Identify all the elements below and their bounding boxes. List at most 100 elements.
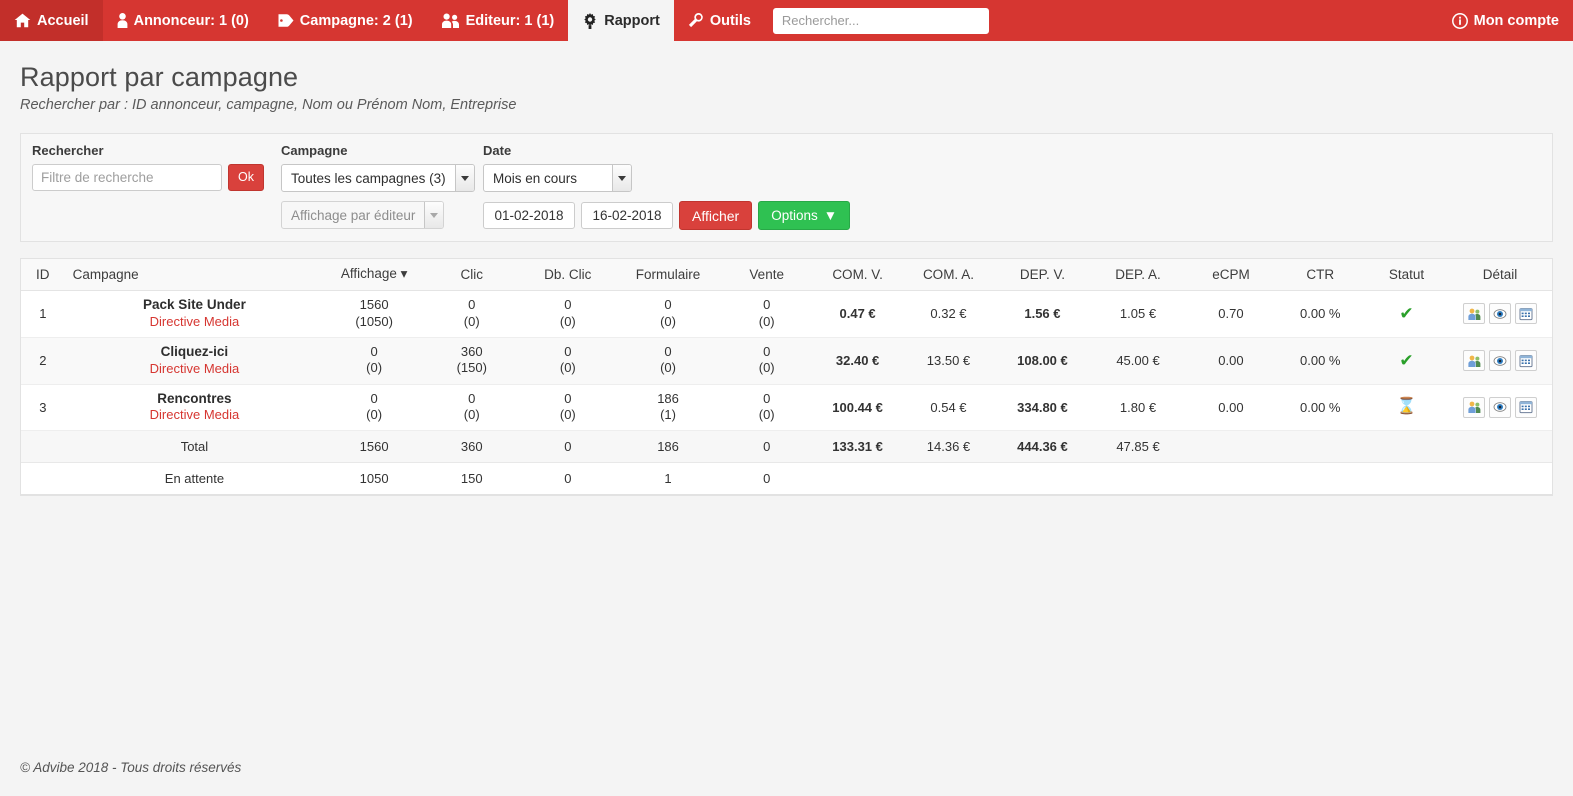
nav-item-annonceur-label: Annonceur: 1 (0) bbox=[133, 12, 249, 29]
col-header-db-clic[interactable]: Db. Clic bbox=[519, 259, 617, 291]
vente-pending: (0) bbox=[758, 313, 775, 329]
total-formulaire: 186 bbox=[616, 430, 720, 464]
wrench-icon bbox=[688, 12, 704, 29]
col-header-detail[interactable]: Détail bbox=[1448, 259, 1552, 291]
users-detail-icon[interactable] bbox=[1463, 350, 1485, 372]
editeur-select[interactable]: Affichage par éditeur bbox=[281, 201, 445, 229]
calendar-detail-icon[interactable] bbox=[1515, 303, 1537, 325]
clic-pending: (0) bbox=[463, 407, 480, 423]
nav-item-outils[interactable]: Outils bbox=[674, 0, 765, 41]
col-header-id[interactable]: ID bbox=[21, 259, 65, 291]
col-header-dep-a[interactable]: DEP. A. bbox=[1089, 259, 1187, 291]
detail-icon-group bbox=[1456, 396, 1544, 418]
table-row[interactable]: 1 Pack Site Under Directive Media 1560 (… bbox=[21, 290, 1552, 338]
col-header-statut[interactable]: Statut bbox=[1364, 259, 1448, 291]
options-button-label: Options bbox=[771, 207, 818, 223]
row-id: 1 bbox=[21, 290, 65, 338]
col-header-dep-v[interactable]: DEP. V. bbox=[995, 259, 1090, 291]
pending-vente: 0 bbox=[719, 462, 814, 496]
nav-item-editeur-label: Editeur: 1 (1) bbox=[465, 12, 555, 29]
col-header-com-a[interactable]: COM. A. bbox=[901, 259, 996, 291]
nav-item-campagne[interactable]: Campagne: 2 (1) bbox=[263, 0, 427, 41]
filter-group-date: Date Mois en cours Afficher Options ▼ bbox=[483, 143, 851, 230]
campaign-name: Pack Site Under bbox=[143, 297, 246, 312]
table-row[interactable]: 2 Cliquez-ici Directive Media 0 (0) 360 … bbox=[21, 337, 1552, 385]
dbclic-value: 0 bbox=[564, 344, 572, 360]
table-row[interactable]: 3 Rencontres Directive Media 0 (0) 0 (0) bbox=[21, 384, 1552, 432]
vente-pending: (0) bbox=[758, 360, 775, 376]
pending-com-v bbox=[813, 462, 902, 496]
search-filter-input[interactable] bbox=[32, 164, 222, 191]
row-ctr: 0.00 % bbox=[1275, 337, 1365, 385]
formulaire-value: 0 bbox=[664, 297, 672, 313]
options-button[interactable]: Options ▼ bbox=[758, 201, 851, 230]
row-db-clic: 0 (0) bbox=[519, 337, 617, 385]
global-search-input[interactable] bbox=[772, 7, 989, 34]
eye-preview-icon[interactable] bbox=[1489, 396, 1511, 418]
col-header-com-v[interactable]: COM. V. bbox=[813, 259, 902, 291]
col-header-ctr[interactable]: CTR bbox=[1275, 259, 1365, 291]
editeur-select-value: Affichage par éditeur bbox=[291, 207, 416, 223]
eye-preview-icon[interactable] bbox=[1489, 303, 1511, 325]
row-dep-v: 334.80 € bbox=[995, 384, 1090, 432]
date-preset-select[interactable]: Mois en cours bbox=[483, 164, 632, 192]
detail-icon-group bbox=[1456, 303, 1544, 325]
advertiser-link[interactable]: Directive Media bbox=[73, 314, 317, 331]
total-spacer-id bbox=[21, 430, 65, 464]
affichage-value: 1560 bbox=[359, 297, 389, 313]
nav-item-mon-compte-label: Mon compte bbox=[1473, 12, 1559, 29]
row-affichage: 0 (0) bbox=[324, 384, 424, 432]
date-from-input[interactable] bbox=[483, 202, 575, 229]
page-body: Rapport par campagne Rechercher par : ID… bbox=[0, 62, 1573, 497]
status-badge: ⌛ bbox=[1364, 384, 1448, 432]
col-header-formulaire[interactable]: Formulaire bbox=[616, 259, 720, 291]
total-ecpm bbox=[1186, 430, 1276, 464]
nav-item-rapport[interactable]: Rapport bbox=[568, 0, 674, 41]
formulaire-value: 0 bbox=[664, 344, 672, 360]
row-campagne-cell: Rencontres Directive Media bbox=[64, 384, 325, 432]
advertiser-link[interactable]: Directive Media bbox=[73, 407, 317, 424]
calendar-detail-icon[interactable] bbox=[1515, 396, 1537, 418]
pending-ctr bbox=[1275, 462, 1365, 496]
col-header-affichage[interactable]: Affichage ▾ bbox=[324, 259, 424, 291]
table-total-row: Total 1560 360 0 186 0 133.31 € 14.36 € … bbox=[21, 430, 1552, 464]
users-detail-icon[interactable] bbox=[1463, 396, 1485, 418]
date-range-line: Afficher Options ▼ bbox=[483, 201, 851, 230]
col-header-campagne[interactable]: Campagne bbox=[64, 259, 325, 291]
eye-preview-icon[interactable] bbox=[1489, 350, 1511, 372]
nav-item-accueil[interactable]: Accueil bbox=[0, 0, 103, 41]
nav-item-annonceur[interactable]: Annonceur: 1 (0) bbox=[103, 0, 263, 41]
col-header-vente[interactable]: Vente bbox=[719, 259, 814, 291]
nav-item-editeur[interactable]: Editeur: 1 (1) bbox=[427, 0, 569, 41]
campagne-select[interactable]: Toutes les campagnes (3) bbox=[281, 164, 475, 192]
calendar-detail-icon[interactable] bbox=[1515, 350, 1537, 372]
footer: © Advibe 2018 - Tous droits réservés bbox=[0, 760, 1573, 775]
row-formulaire: 186 (1) bbox=[616, 384, 720, 432]
total-db-clic: 0 bbox=[519, 430, 617, 464]
row-ctr: 0.00 % bbox=[1275, 290, 1365, 338]
afficher-button[interactable]: Afficher bbox=[679, 201, 753, 230]
status-badge: ✔ bbox=[1364, 337, 1448, 385]
date-to-input[interactable] bbox=[581, 202, 673, 229]
total-com-v: 133.31 € bbox=[813, 430, 902, 464]
total-ctr bbox=[1275, 430, 1365, 464]
row-formulaire: 0 (0) bbox=[616, 290, 720, 338]
advertiser-link[interactable]: Directive Media bbox=[73, 361, 317, 378]
pending-spacer-detail bbox=[1448, 462, 1552, 496]
row-com-a: 0.54 € bbox=[901, 384, 996, 432]
tag-icon bbox=[277, 13, 294, 28]
pending-dep-a bbox=[1089, 462, 1187, 496]
rechercher-line: Ok bbox=[32, 164, 281, 191]
col-header-ecpm[interactable]: eCPM bbox=[1186, 259, 1276, 291]
ok-button[interactable]: Ok bbox=[228, 164, 264, 191]
row-clic: 0 (0) bbox=[423, 384, 520, 432]
col-header-clic[interactable]: Clic bbox=[423, 259, 520, 291]
row-detail bbox=[1448, 384, 1552, 432]
nav-item-rapport-label: Rapport bbox=[604, 12, 660, 29]
date-preset-value: Mois en cours bbox=[493, 170, 578, 186]
report-table-wrap: ID Campagne Affichage ▾ Clic Db. Clic Fo… bbox=[20, 258, 1553, 497]
nav-item-mon-compte[interactable]: Mon compte bbox=[1438, 0, 1573, 41]
users-detail-icon[interactable] bbox=[1463, 303, 1485, 325]
vente-pending: (0) bbox=[758, 407, 775, 423]
row-com-a: 13.50 € bbox=[901, 337, 996, 385]
